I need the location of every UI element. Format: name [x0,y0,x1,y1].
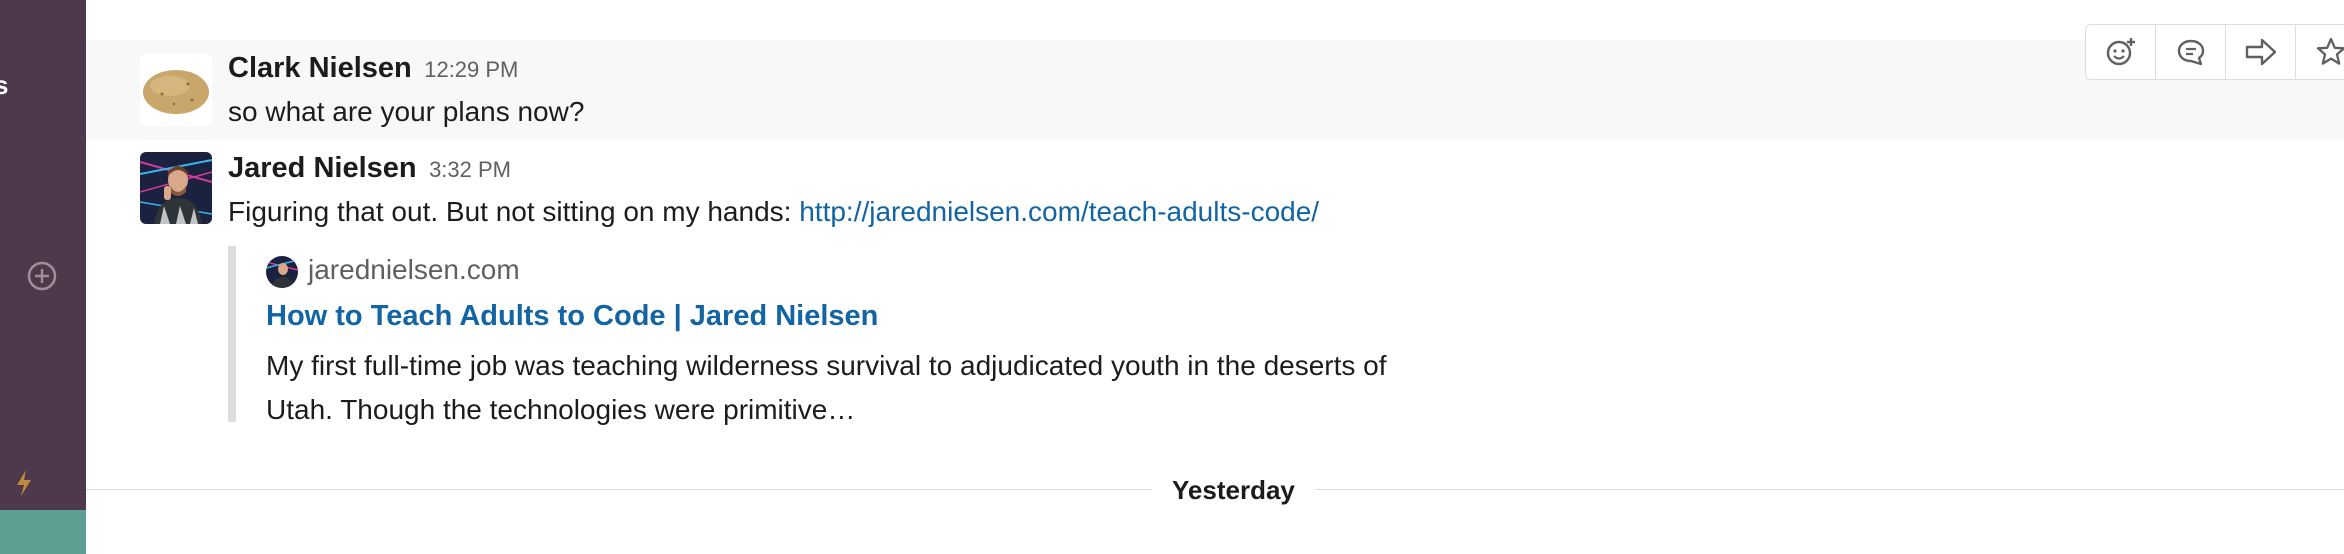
add-reaction-icon [2106,38,2135,66]
bolt-icon[interactable] [13,468,35,498]
attachment-description: My first full-time job was teaching wild… [266,350,1387,425]
attachment-site-name: jarednielsen.com [308,254,520,285]
message-text-content: Figuring that out. But not sitting on my… [228,196,800,227]
sidebar-edge-glyph: s [0,70,9,100]
message-link[interactable]: http://jarednielsen.com/teach-adults-cod… [799,196,1319,227]
message-actions-toolbar [2085,24,2344,80]
message-list: Clark Nielsen 12:29 PM so what are your … [86,0,2344,554]
share-message-icon [2245,38,2276,66]
date-divider: Yesterday [86,470,2344,510]
timestamp[interactable]: 12:29 PM [424,57,518,82]
star-icon [2316,37,2344,65]
timestamp[interactable]: 3:32 PM [429,157,511,182]
author-name[interactable]: Clark Nielsen [228,52,412,84]
message-header: Jared Nielsen 3:32 PM [228,152,511,185]
message-item[interactable]: Jared Nielsen 3:32 PM Figuring that out.… [86,140,2344,430]
workspace-sidebar: s [0,0,86,554]
message-header: Clark Nielsen 12:29 PM [228,52,518,85]
sidebar-footer [0,510,86,554]
slack-window: s Clark Nielsen 12:29 PM so what are you… [0,0,2344,554]
link-unfurl-attachment: jarednielsen.com How to Teach Adults to … [228,246,1436,425]
date-divider-label[interactable]: Yesterday [1152,470,1315,510]
start-thread-icon [2177,39,2204,66]
star-button[interactable] [2296,25,2344,79]
message-text: so what are your plans now? [228,96,585,127]
attachment-title-link[interactable]: How to Teach Adults to Code | Jared Niel… [266,300,878,333]
share-message-button[interactable] [2226,25,2296,79]
author-name[interactable]: Jared Nielsen [228,152,417,184]
add-icon[interactable] [26,260,58,292]
potato-avatar[interactable] [140,54,212,126]
start-thread-button[interactable] [2156,25,2226,79]
add-reaction-button[interactable] [2086,25,2156,79]
message-item[interactable]: Clark Nielsen 12:29 PM so what are your … [86,40,2344,140]
site-favicon [266,256,298,288]
message-text: Figuring that out. But not sitting on my… [228,196,1319,228]
jared-avatar[interactable] [140,152,212,224]
